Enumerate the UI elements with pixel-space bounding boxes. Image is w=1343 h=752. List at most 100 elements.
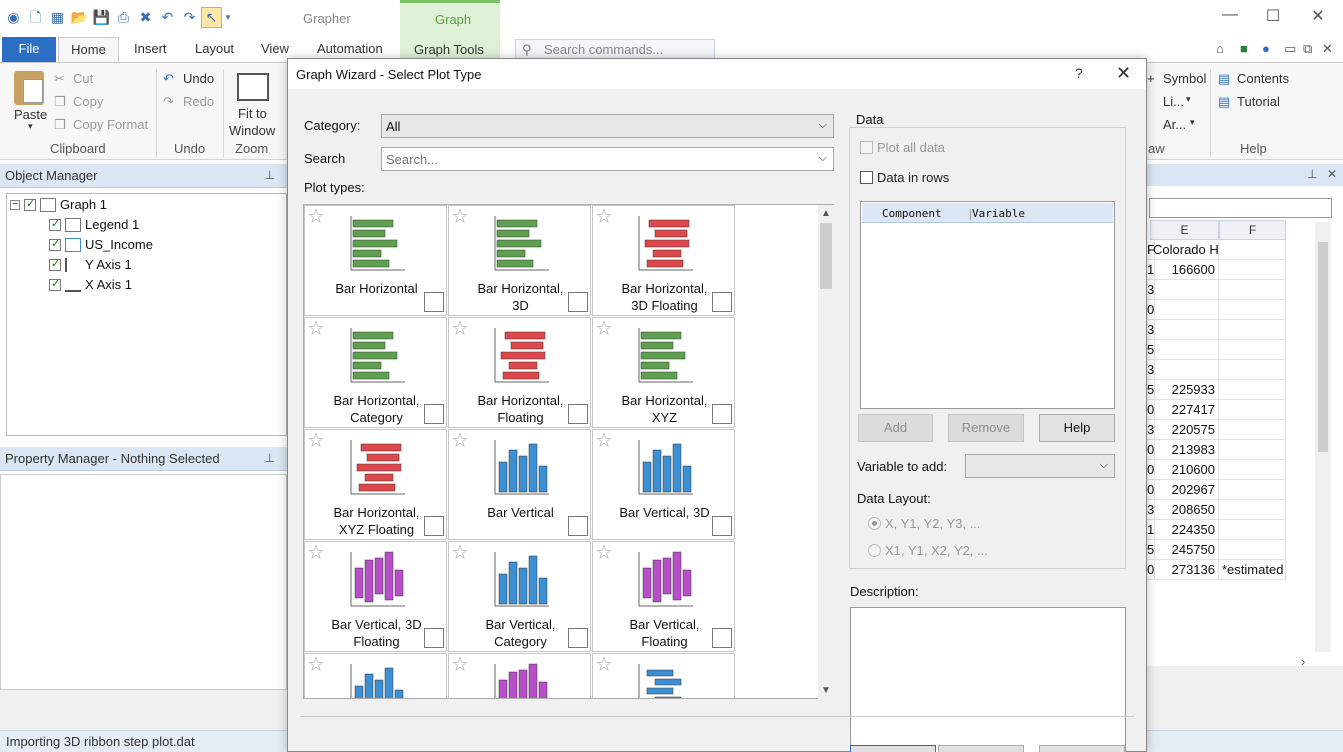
scroll-up-icon[interactable]: ▲	[821, 208, 831, 219]
favorite-star-icon[interactable]: ☆	[307, 206, 325, 228]
cell-e[interactable]: Colorado H	[1150, 240, 1219, 260]
favorite-star-icon[interactable]: ☆	[595, 542, 613, 564]
close-doc-icon[interactable]: ✖	[136, 8, 155, 27]
minimize-button[interactable]: —	[1215, 6, 1245, 24]
cell-e[interactable]: 213983	[1150, 440, 1219, 460]
cell-f[interactable]	[1219, 460, 1286, 480]
plot-type-tile[interactable]: ☆ Bar Horizontal	[304, 205, 447, 316]
favorite-star-icon[interactable]: ☆	[451, 206, 469, 228]
cell-e[interactable]	[1150, 280, 1219, 300]
plot-type-tile[interactable]: ☆ Bar Vertical, Floating	[592, 541, 735, 652]
plot-type-tile[interactable]: ☆	[592, 653, 735, 698]
close-window-button[interactable]: ✕	[1303, 6, 1333, 26]
plot-type-tile[interactable]: ☆ Bar Vertical, 3D	[592, 429, 735, 540]
plot-type-tile[interactable]: ☆	[448, 653, 591, 698]
cell-e[interactable]	[1150, 320, 1219, 340]
visibility-checkbox[interactable]	[24, 197, 36, 211]
cell-e[interactable]: 224350	[1150, 520, 1219, 540]
copy-format-button[interactable]: Copy Format	[73, 117, 148, 132]
tree-node-legend[interactable]: Legend 1	[49, 217, 139, 232]
cell-f[interactable]	[1219, 240, 1286, 260]
cell-e[interactable]	[1150, 300, 1219, 320]
select-pointer-icon[interactable]: ↖	[201, 7, 222, 28]
tree-node-plot[interactable]: US_Income	[49, 237, 153, 252]
cancel-button[interactable]	[938, 745, 1024, 752]
print-icon[interactable]: ⎙	[114, 8, 133, 27]
favorite-star-icon[interactable]: ☆	[595, 318, 613, 340]
tree-node-y-axis[interactable]: Y Axis 1	[49, 257, 132, 272]
cell-f[interactable]	[1219, 480, 1286, 500]
undo-qat-icon[interactable]: ↶	[158, 8, 177, 27]
category-select[interactable]: All ⌵	[381, 114, 834, 138]
component-table[interactable]: Component | Variable	[860, 201, 1115, 409]
formula-bar[interactable]	[1149, 198, 1332, 218]
help-circle-icon[interactable]: ●	[1262, 41, 1270, 56]
column-header-e[interactable]: E	[1150, 220, 1219, 240]
favorite-star-icon[interactable]: ☆	[595, 654, 613, 676]
plot-type-tile[interactable]: ☆ Bar Horizontal, Floating	[448, 317, 591, 428]
plot-type-tile[interactable]: ☆ Bar Vertical	[448, 429, 591, 540]
new-icon[interactable]: 🗋	[26, 8, 45, 27]
plot-type-checkbox[interactable]	[712, 404, 732, 424]
variable-to-add-select[interactable]: ⌵	[965, 454, 1115, 478]
cell-f[interactable]	[1219, 340, 1286, 360]
plot-type-tile[interactable]: ☆ Bar Horizontal, 3D	[448, 205, 591, 316]
tab-graph-tools[interactable]: Graph Tools	[414, 42, 484, 57]
plot-type-tile[interactable]: ☆ Bar Vertical, 3D Floating	[304, 541, 447, 652]
arrow-button[interactable]: Ar...	[1163, 117, 1186, 132]
plot-type-checkbox[interactable]	[568, 516, 588, 536]
app-logo-icon[interactable]: ◉	[4, 8, 23, 27]
redo-qat-icon[interactable]: ↷	[180, 8, 199, 27]
scroll-right-icon[interactable]: ›	[1301, 654, 1305, 669]
add-button[interactable]: Add	[858, 414, 933, 442]
cell-f[interactable]	[1219, 380, 1286, 400]
copy-button[interactable]: Copy	[73, 94, 103, 109]
favorite-star-icon[interactable]: ☆	[307, 318, 325, 340]
cell-f[interactable]	[1219, 420, 1286, 440]
visibility-checkbox[interactable]	[49, 237, 61, 251]
undo-button[interactable]: Undo	[183, 71, 214, 86]
tree-node-x-axis[interactable]: X Axis 1	[49, 277, 132, 292]
favorite-star-icon[interactable]: ☆	[451, 542, 469, 564]
pin-icon[interactable]: ⊥	[1307, 167, 1317, 181]
doc-minimize-icon[interactable]: ▭	[1284, 41, 1296, 57]
data-in-rows-checkbox[interactable]: Data in rows	[860, 170, 949, 185]
qat-dropdown-icon[interactable]: ▾	[224, 8, 232, 27]
plot-type-tile[interactable]: ☆ Bar Horizontal, Category	[304, 317, 447, 428]
paste-icon[interactable]	[14, 71, 44, 105]
favorite-star-icon[interactable]: ☆	[307, 654, 325, 676]
cell-e[interactable]: 273136	[1150, 560, 1219, 580]
paste-dropdown-icon[interactable]: ▾	[28, 121, 33, 132]
cell-f[interactable]	[1219, 360, 1286, 380]
cell-e[interactable]: 225933	[1150, 380, 1219, 400]
scroll-thumb[interactable]	[1318, 242, 1328, 452]
tab-insert[interactable]: Insert	[134, 41, 167, 56]
plot-type-tile[interactable]: ☆ Bar Horizontal, 3D Floating	[592, 205, 735, 316]
visibility-checkbox[interactable]	[49, 277, 61, 291]
pin-icon[interactable]: ⊥	[265, 451, 275, 465]
plot-all-data-checkbox[interactable]: Plot all data	[860, 140, 945, 155]
visibility-checkbox[interactable]	[49, 257, 61, 271]
search-commands-input[interactable]: ⚲ Search commands...	[515, 39, 715, 60]
cell-f[interactable]	[1219, 300, 1286, 320]
plot-type-checkbox[interactable]	[712, 516, 732, 536]
fit-to-window-label-1[interactable]: Fit to	[238, 106, 267, 121]
cell-f[interactable]	[1219, 540, 1286, 560]
cell-e[interactable]	[1150, 360, 1219, 380]
feedback-icon[interactable]: ■	[1240, 41, 1248, 56]
close-panel-icon[interactable]: ✕	[1327, 167, 1337, 181]
cell-e[interactable]: 208650	[1150, 500, 1219, 520]
next-button[interactable]	[1039, 745, 1125, 752]
collapse-ribbon-icon[interactable]: ⌂	[1216, 41, 1224, 56]
save-icon[interactable]: 💾	[92, 8, 111, 27]
plot-type-checkbox[interactable]	[424, 516, 444, 536]
scroll-down-icon[interactable]: ▼	[821, 685, 831, 696]
column-variable[interactable]: Variable	[972, 207, 1025, 220]
fit-to-window-label-2[interactable]: Window	[229, 123, 275, 138]
plot-type-tile[interactable]: ☆	[304, 653, 447, 698]
line-dropdown-icon[interactable]: ▾	[1186, 94, 1191, 105]
dialog-close-button[interactable]: ✕	[1116, 63, 1131, 84]
plot-type-checkbox[interactable]	[424, 628, 444, 648]
plot-type-checkbox[interactable]	[712, 292, 732, 312]
plot-types-scrollbar[interactable]: ▲ ▼	[818, 205, 834, 699]
